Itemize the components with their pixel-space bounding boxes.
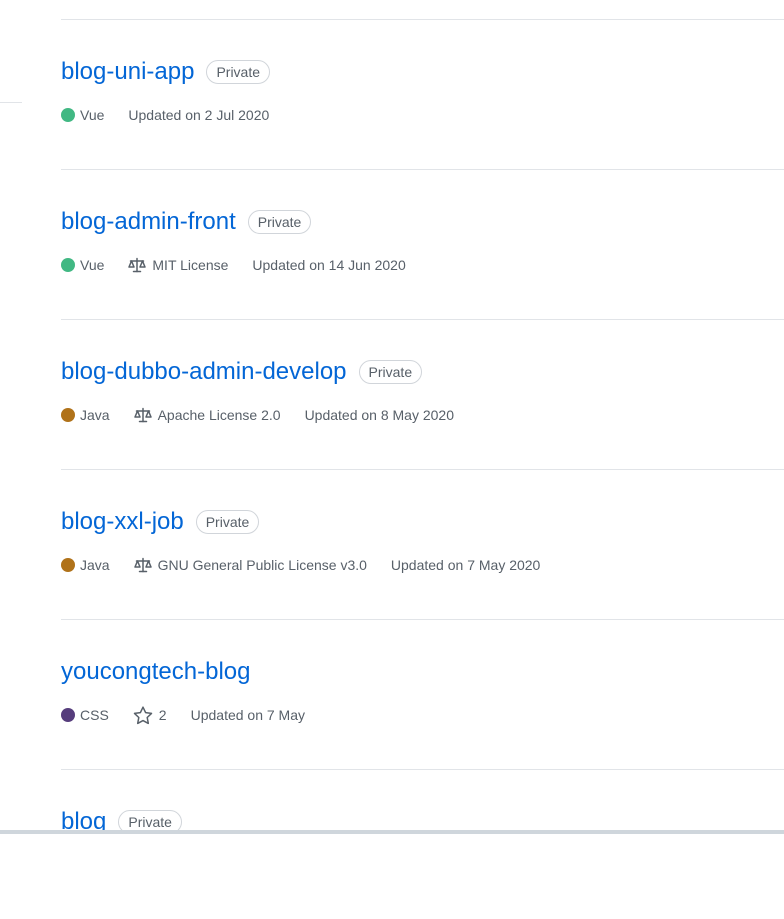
license[interactable]: MIT License [128, 257, 228, 273]
updated-time: Updated on 8 May 2020 [304, 407, 455, 423]
repo-meta: Vue Updated on 2 Jul 2020 [61, 104, 269, 126]
updated-time: Updated on 7 May [190, 707, 305, 723]
repo-item: blog-xxl-job Private Java GNU General Pu… [61, 470, 784, 619]
language-color-dot [61, 108, 75, 122]
repo-name-link[interactable]: blog-uni-app [61, 56, 194, 88]
repo-item: blog-uni-app Private Vue Updated on 2 Ju… [61, 20, 784, 169]
left-divider [0, 102, 22, 103]
language: Java [61, 407, 110, 423]
repository-list: blog-uni-app Private Vue Updated on 2 Ju… [61, 0, 784, 919]
law-scale-icon [133, 407, 152, 423]
license[interactable]: GNU General Public License v3.0 [133, 557, 367, 573]
private-badge: Private [206, 60, 271, 84]
repo-meta: CSS 2 Updated on 7 May [61, 704, 305, 726]
license-label: MIT License [152, 257, 229, 273]
star-count: 2 [158, 707, 167, 723]
language-label: Vue [80, 107, 105, 123]
language-label: Vue [80, 257, 105, 273]
language-color-dot [61, 558, 75, 572]
language-label: Java [80, 557, 110, 573]
law-scale-icon [133, 557, 152, 573]
star-icon [133, 705, 153, 724]
updated-time: Updated on 7 May 2020 [390, 557, 541, 573]
repo-meta: Vue MIT License Updated on 14 Jun 2020 [61, 254, 406, 276]
repo-name-link[interactable]: blog-dubbo-admin-develop [61, 356, 347, 388]
license-label: GNU General Public License v3.0 [157, 557, 367, 573]
language: Vue [61, 107, 104, 123]
language: CSS [61, 707, 109, 723]
repo-meta: Java GNU General Public License v3.0 Upd… [61, 554, 540, 576]
repo-name-link[interactable]: youcongtech-blog [61, 656, 250, 688]
language-color-dot [61, 258, 75, 272]
repo-item: blog-dubbo-admin-develop Private Java Ap… [61, 320, 784, 469]
license[interactable]: Apache License 2.0 [133, 407, 281, 423]
updated-time: Updated on 14 Jun 2020 [252, 257, 406, 273]
law-scale-icon [128, 257, 147, 273]
repo-meta: Java Apache License 2.0 Updated on 8 May… [61, 404, 454, 426]
language-label: Java [80, 407, 110, 423]
horizontal-scrollbar[interactable] [0, 830, 784, 834]
license-label: Apache License 2.0 [157, 407, 281, 423]
language-color-dot [61, 408, 75, 422]
repo-name-link[interactable]: blog-xxl-job [61, 506, 184, 538]
repo-item: youcongtech-blog CSS 2 Updated on 7 May [61, 620, 784, 769]
language-label: CSS [80, 707, 109, 723]
language: Vue [61, 257, 104, 273]
private-badge: Private [358, 360, 423, 384]
private-badge: Private [195, 510, 260, 534]
language: Java [61, 557, 110, 573]
private-badge: Private [247, 210, 312, 234]
language-color-dot [61, 708, 75, 722]
repo-item: blog Private [61, 770, 784, 919]
stargazers-link[interactable]: 2 [133, 705, 167, 725]
repo-item: blog-admin-front Private Vue MIT License… [61, 170, 784, 319]
updated-time: Updated on 2 Jul 2020 [128, 107, 270, 123]
repo-name-link[interactable]: blog-admin-front [61, 206, 236, 238]
